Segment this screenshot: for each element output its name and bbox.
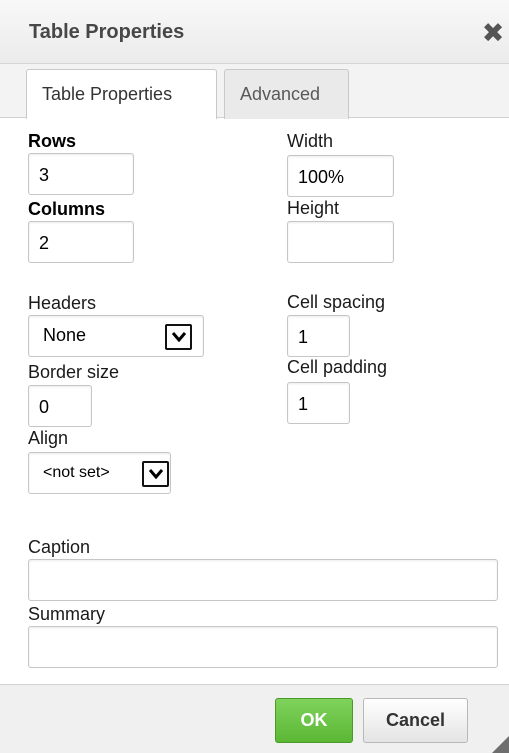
headers-select[interactable]: None xyxy=(28,315,204,357)
tab-advanced[interactable]: Advanced xyxy=(224,69,349,119)
caption-input[interactable] xyxy=(28,559,498,601)
width-input[interactable]: 100% xyxy=(287,155,394,197)
cell-spacing-label: Cell spacing xyxy=(287,292,386,312)
tab-strip: Table Properties Advanced xyxy=(0,64,509,119)
cancel-button[interactable]: Cancel xyxy=(363,698,468,743)
headers-select-value: None xyxy=(43,325,87,345)
dialog-footer: OK Cancel xyxy=(0,684,509,753)
align-label: Align xyxy=(28,428,69,448)
chevron-down-icon[interactable] xyxy=(165,324,192,350)
height-label: Height xyxy=(287,198,340,218)
summary-label: Summary xyxy=(28,604,106,624)
ok-button[interactable]: OK xyxy=(275,698,353,743)
height-input[interactable] xyxy=(287,221,394,263)
close-icon[interactable]: ✖ xyxy=(478,16,508,50)
columns-label: Columns xyxy=(28,199,106,219)
headers-label: Headers xyxy=(28,293,97,313)
chevron-down-icon[interactable] xyxy=(142,461,169,487)
dialog-titlebar[interactable]: Table Properties ✖ xyxy=(0,0,509,64)
rows-input[interactable]: 3 xyxy=(28,153,134,195)
align-select-value: <not set> xyxy=(43,464,110,481)
resize-grip-icon[interactable] xyxy=(492,736,509,753)
border-size-label: Border size xyxy=(28,362,120,382)
summary-input[interactable] xyxy=(28,626,498,668)
columns-input[interactable]: 2 xyxy=(28,221,134,263)
rows-label: Rows xyxy=(28,131,77,151)
table-properties-dialog: Table Properties ✖ Table Properties Adva… xyxy=(0,0,509,753)
align-select[interactable]: <not set> xyxy=(28,452,171,494)
cell-padding-label: Cell padding xyxy=(287,357,388,377)
cell-padding-input[interactable]: 1 xyxy=(287,382,350,424)
width-label: Width xyxy=(287,131,334,151)
cell-spacing-input[interactable]: 1 xyxy=(287,315,350,357)
border-size-input[interactable]: 0 xyxy=(28,385,92,427)
dialog-title: Table Properties xyxy=(29,21,185,43)
caption-label: Caption xyxy=(28,537,91,557)
tab-table-properties[interactable]: Table Properties xyxy=(26,69,217,119)
